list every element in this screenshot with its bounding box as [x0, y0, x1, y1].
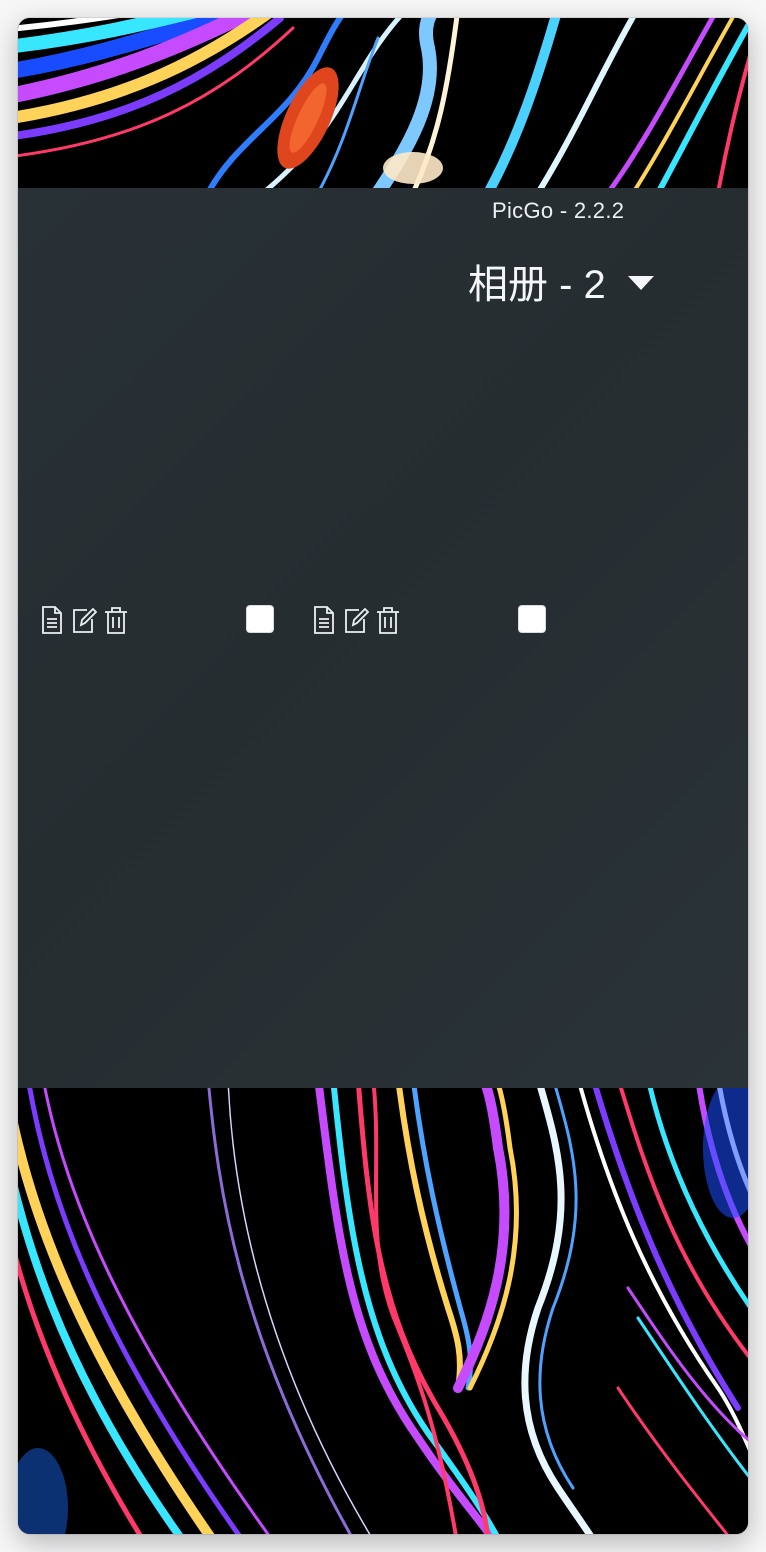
item-actions — [38, 604, 130, 636]
edit-icon[interactable] — [70, 604, 98, 636]
app-title: PicGo - 2.2.2 — [492, 198, 625, 223]
caret-down-icon[interactable] — [627, 276, 654, 290]
trash-icon[interactable] — [102, 604, 130, 636]
select-checkbox[interactable] — [246, 605, 274, 633]
item-actions — [310, 604, 402, 636]
trash-icon[interactable] — [374, 604, 402, 636]
edit-icon[interactable] — [342, 604, 370, 636]
gallery-item — [18, 600, 278, 640]
wallpaper-bottom — [18, 1088, 748, 1534]
document-icon[interactable] — [310, 604, 338, 636]
document-icon[interactable] — [38, 604, 66, 636]
gallery-panel: PicGo - 2.2.2 相册 - 2 — [18, 188, 748, 1088]
gallery-item — [290, 600, 550, 640]
album-selector[interactable]: 相册 - 2 — [468, 254, 654, 308]
wallpaper-top — [18, 18, 748, 188]
select-checkbox[interactable] — [518, 605, 546, 633]
album-title: 相册 - 2 — [468, 263, 606, 307]
picgo-window: PicGo - 2.2.2 相册 - 2 — [18, 18, 748, 1534]
